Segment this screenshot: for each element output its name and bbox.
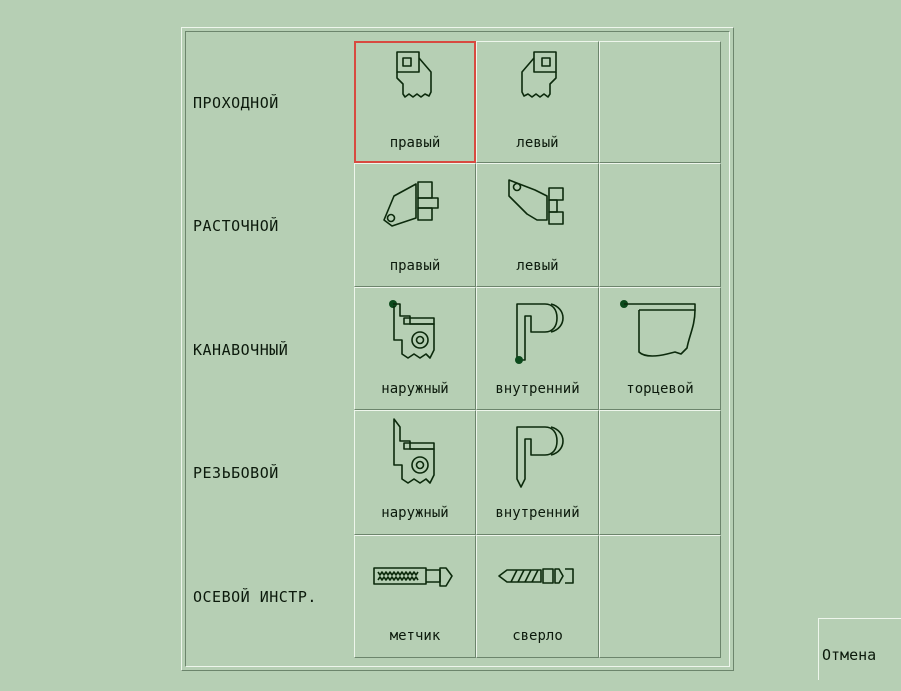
tool-slot-empty <box>599 41 721 163</box>
boring-left-tool-icon <box>507 179 564 225</box>
drill-tool-icon <box>497 568 574 584</box>
tool-threading-outer[interactable]: наружный <box>354 410 476 535</box>
tool-slot-empty <box>599 535 721 658</box>
tool-label: внутренний <box>495 505 580 521</box>
grooving-outer-tool-icon <box>389 300 435 359</box>
tool-grooving-face[interactable]: торцевой <box>599 287 721 410</box>
tool-boring-right[interactable]: правый <box>354 163 476 287</box>
tool-label: внутренний <box>495 381 580 397</box>
threading-outer-tool-icon <box>393 418 435 484</box>
passing-left-tool-icon <box>520 51 557 98</box>
tool-boring-left[interactable]: левый <box>476 163 599 287</box>
tool-label: наружный <box>381 505 449 521</box>
tool-label: правый <box>389 258 441 274</box>
tool-label: наружный <box>381 381 449 397</box>
tool-label: торцевой <box>626 381 694 397</box>
cancel-button[interactable]: Отмена <box>818 618 901 680</box>
tool-grooving-inner[interactable]: внутренний <box>476 287 599 410</box>
passing-right-tool-icon <box>396 51 432 98</box>
tool-axial-drill[interactable]: сверло <box>476 535 599 658</box>
tool-label: правый <box>389 135 441 151</box>
tool-label: левый <box>516 135 559 151</box>
threading-inner-tool-icon <box>515 426 564 488</box>
row-label-grooving: КАНАВОЧНЫЙ <box>193 341 289 359</box>
row-label-passing: ПРОХОДНОЙ <box>193 94 279 112</box>
tool-slot-empty <box>599 410 721 535</box>
tool-label: левый <box>516 258 559 274</box>
tool-threading-inner[interactable]: внутренний <box>476 410 599 535</box>
grooving-inner-tool-icon <box>514 303 564 364</box>
tap-tool-icon <box>373 567 453 587</box>
tool-grooving-outer[interactable]: наружный <box>354 287 476 410</box>
tool-passing-right[interactable]: правый <box>354 41 476 163</box>
row-label-threading: РЕЗЬБОВОЙ <box>193 464 279 482</box>
tool-axial-tap[interactable]: метчик <box>354 535 476 658</box>
grooving-face-tool-icon <box>620 300 696 357</box>
tool-label: сверло <box>512 628 563 644</box>
row-label-axial: ОСЕВОЙ ИНСТР. <box>193 588 317 606</box>
tool-slot-empty <box>599 163 721 287</box>
tool-passing-left[interactable]: левый <box>476 41 599 163</box>
boring-right-tool-icon <box>383 181 439 227</box>
tool-label: метчик <box>389 628 441 644</box>
row-label-boring: РАСТОЧНОЙ <box>193 217 279 235</box>
